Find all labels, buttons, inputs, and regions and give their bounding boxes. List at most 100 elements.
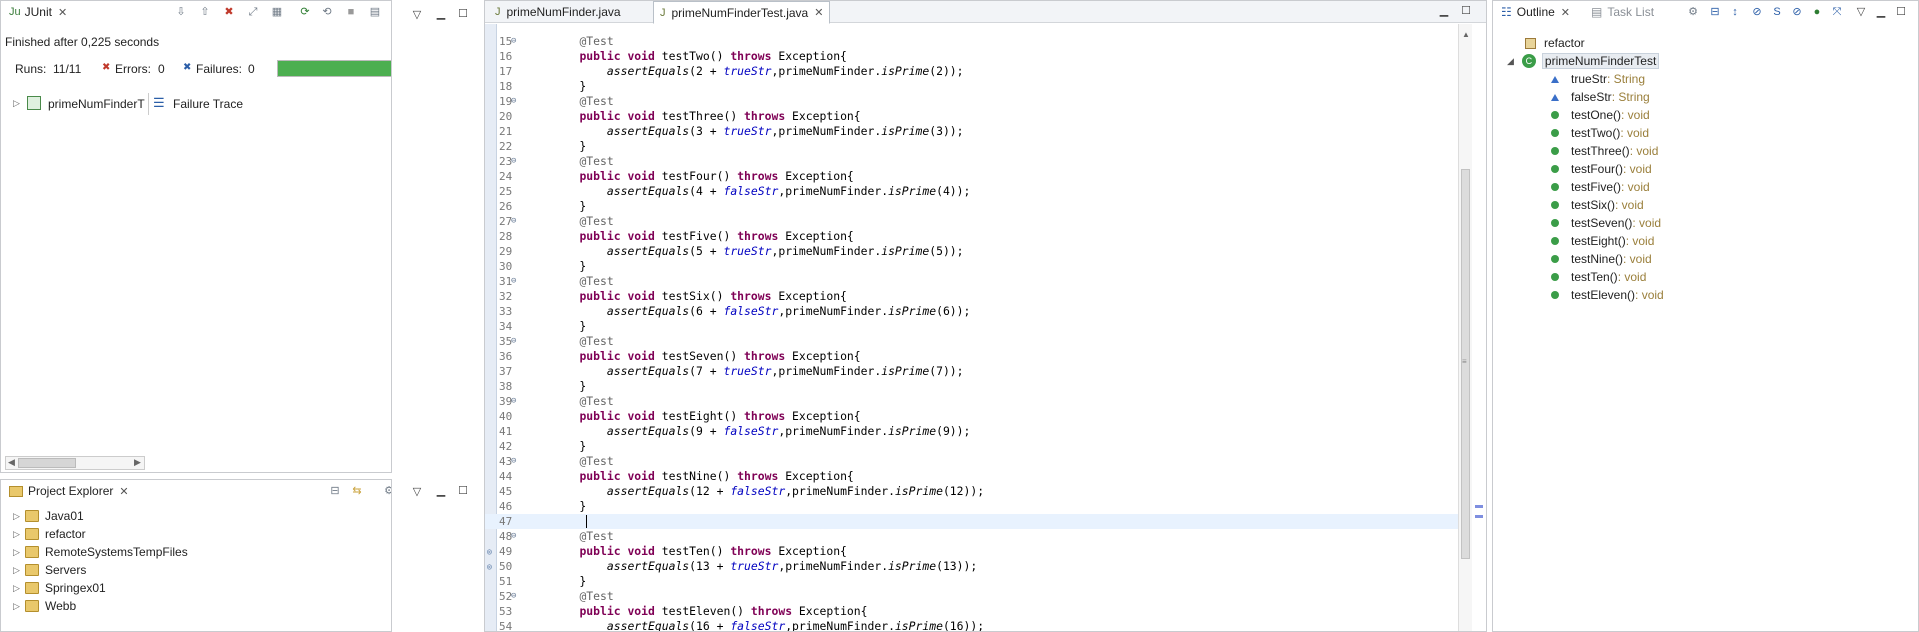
code-line[interactable]: 38 } bbox=[485, 379, 1458, 394]
outline-method[interactable]: testEleven() : void bbox=[1551, 286, 1664, 304]
code-line[interactable]: 15 ⊖ @Test bbox=[485, 34, 1458, 49]
code-line[interactable]: 16 public void testTwo() throws Exceptio… bbox=[485, 49, 1458, 64]
outline-minimize-icon[interactable]: ▁ bbox=[1873, 5, 1889, 19]
outline-method[interactable]: testOne() : void bbox=[1551, 106, 1650, 124]
code-line[interactable]: 47 bbox=[485, 514, 1458, 529]
previous-failure-icon[interactable]: ⇧ bbox=[197, 5, 213, 19]
outline-method[interactable]: testEight() : void bbox=[1551, 232, 1654, 250]
code-line[interactable]: 53 public void testEleven() throws Excep… bbox=[485, 604, 1458, 619]
fold-icon[interactable]: ⊖ bbox=[511, 589, 521, 604]
overview-ruler[interactable] bbox=[1472, 24, 1486, 631]
expand-icon[interactable]: ▷ bbox=[13, 529, 25, 540]
scroll-lock-icon[interactable]: ⤢ bbox=[245, 5, 261, 19]
explorer-maximize-icon[interactable]: ☐ bbox=[456, 484, 470, 498]
outline-method[interactable]: testNine() : void bbox=[1551, 250, 1652, 268]
code-line[interactable]: 19 ⊖ @Test bbox=[485, 94, 1458, 109]
outline-method[interactable]: testThree() : void bbox=[1551, 142, 1658, 160]
code-line[interactable]: 20 public void testThree() throws Except… bbox=[485, 109, 1458, 124]
explorer-item[interactable]: ▷ Java01 bbox=[13, 507, 84, 525]
code-line[interactable]: 51 } bbox=[485, 574, 1458, 589]
occurrence-marker[interactable] bbox=[1475, 505, 1483, 508]
code-line[interactable]: 28 public void testFive() throws Excepti… bbox=[485, 229, 1458, 244]
expand-icon[interactable]: ▷ bbox=[13, 583, 25, 594]
outline-method[interactable]: testFive() : void bbox=[1551, 178, 1650, 196]
outline-maximize-icon[interactable]: ☐ bbox=[1893, 5, 1909, 19]
tab-primeNumFinderTest-java[interactable]: J primeNumFinderTest.java ✕ bbox=[653, 1, 831, 24]
explorer-item[interactable]: ▷ Webb bbox=[13, 597, 76, 615]
rerun-test-icon[interactable]: ⟳ bbox=[297, 5, 313, 19]
code-line[interactable]: 32 public void testSix() throws Exceptio… bbox=[485, 289, 1458, 304]
hide-nonpublic-icon[interactable]: ⊘ bbox=[1789, 5, 1805, 19]
fold-icon[interactable]: ⊖ bbox=[511, 334, 521, 349]
code-line[interactable]: 26 } bbox=[485, 199, 1458, 214]
outline-class[interactable]: ◢ C primeNumFinderTest bbox=[1507, 52, 1660, 70]
code-line[interactable]: 54 assertEquals(16 + falseStr,primeNumFi… bbox=[485, 619, 1458, 631]
split-divider[interactable] bbox=[148, 93, 149, 115]
code-line[interactable]: 41 assertEquals(9 + falseStr,primeNumFin… bbox=[485, 424, 1458, 439]
explorer-minimize-icon[interactable]: ▁ bbox=[434, 484, 448, 498]
outline-field[interactable]: trueStr : String bbox=[1551, 70, 1645, 88]
code-line[interactable]: 24 public void testFour() throws Excepti… bbox=[485, 169, 1458, 184]
filter-icon[interactable]: ⚙ bbox=[381, 484, 391, 498]
code-line[interactable]: 27 ⊖ @Test bbox=[485, 214, 1458, 229]
scroll-up-icon[interactable]: ▲ bbox=[1462, 30, 1470, 39]
tab-primeNumFinder-java[interactable]: J primeNumFinder.java bbox=[489, 1, 627, 23]
code-line[interactable]: 52 ⊖ @Test bbox=[485, 589, 1458, 604]
junit-hscroll[interactable]: ◀ ▶ bbox=[5, 456, 145, 470]
junit-minimize-icon[interactable]: ▁ bbox=[434, 7, 448, 21]
rerun-failed-first-icon[interactable]: ⟲ bbox=[319, 5, 335, 19]
occurrence-marker[interactable] bbox=[1475, 515, 1483, 518]
code-line[interactable]: 37 assertEquals(7 + trueStr,primeNumFind… bbox=[485, 364, 1458, 379]
tab-junit[interactable]: Ju JUnit ✕ bbox=[3, 1, 73, 23]
expand-icon[interactable]: ▷ bbox=[13, 565, 25, 576]
show-failures-only-icon[interactable]: ✖ bbox=[221, 5, 237, 19]
expand-icon[interactable]: ▷ bbox=[13, 98, 20, 109]
expand-icon[interactable]: ▷ bbox=[13, 547, 25, 558]
code-line[interactable]: 46 } bbox=[485, 499, 1458, 514]
fold-icon[interactable]: ⊖ bbox=[511, 94, 521, 109]
code-line[interactable]: 17 assertEquals(2 + trueStr,primeNumFind… bbox=[485, 64, 1458, 79]
expand-icon[interactable]: ◢ bbox=[1507, 56, 1514, 67]
editor-vscroll[interactable]: ▲ ≡ bbox=[1458, 24, 1472, 631]
editor-minimize-icon[interactable]: ▁ bbox=[1437, 4, 1451, 18]
code-line[interactable]: 43 ⊖ @Test bbox=[485, 454, 1458, 469]
scroll-left-icon[interactable]: ◀ bbox=[8, 457, 15, 468]
scroll-thumb[interactable] bbox=[18, 458, 76, 468]
code-line[interactable]: 48 ⊖ @Test bbox=[485, 529, 1458, 544]
sort-alpha-icon[interactable]: ↕ bbox=[1727, 5, 1743, 19]
code-line[interactable]: 39 ⊖ @Test bbox=[485, 394, 1458, 409]
code-line[interactable]: 40 public void testEight() throws Except… bbox=[485, 409, 1458, 424]
code-line[interactable]: 42 } bbox=[485, 439, 1458, 454]
link-with-editor-icon[interactable]: ⤧ bbox=[1829, 5, 1845, 19]
junit-menu-icon[interactable]: ▽ bbox=[410, 8, 424, 22]
fold-icon[interactable]: ⊖ bbox=[511, 274, 521, 289]
explorer-item[interactable]: ▷ Springex01 bbox=[13, 579, 106, 597]
code-line[interactable]: 44 public void testNine() throws Excepti… bbox=[485, 469, 1458, 484]
explorer-item[interactable]: ▷ Servers bbox=[13, 561, 86, 579]
expand-icon[interactable]: ▷ bbox=[13, 511, 25, 522]
junit-maximize-icon[interactable]: ☐ bbox=[456, 7, 470, 21]
code-line[interactable]: 36 public void testSeven() throws Except… bbox=[485, 349, 1458, 364]
fold-icon[interactable]: ⊖ bbox=[511, 214, 521, 229]
code-line[interactable]: 33 assertEquals(6 + falseStr,primeNumFin… bbox=[485, 304, 1458, 319]
explorer-item[interactable]: ▷ refactor bbox=[13, 525, 86, 543]
fold-icon[interactable]: ⊖ bbox=[511, 529, 521, 544]
fold-icon[interactable]: ⊖ bbox=[511, 34, 521, 49]
layout-icon[interactable]: ▦ bbox=[269, 5, 285, 19]
code-line[interactable]: 34 } bbox=[485, 319, 1458, 334]
code-line[interactable]: 23 ⊖ @Test bbox=[485, 154, 1458, 169]
code-line[interactable]: 29 assertEquals(5 + trueStr,primeNumFind… bbox=[485, 244, 1458, 259]
outline-method[interactable]: testSeven() : void bbox=[1551, 214, 1661, 232]
code-line[interactable]: 30 } bbox=[485, 259, 1458, 274]
outline-method[interactable]: testTwo() : void bbox=[1551, 124, 1649, 142]
hide-fields-icon[interactable]: ⊘ bbox=[1749, 5, 1765, 19]
tab-task-list[interactable]: ▤ Task List bbox=[1585, 1, 1660, 23]
code-editor[interactable]: 15 ⊖ @Test 16 public void testTwo() throws… bbox=[485, 24, 1458, 631]
history-icon[interactable]: ▤ bbox=[367, 5, 383, 19]
scroll-right-icon[interactable]: ▶ bbox=[134, 457, 141, 468]
view-menu-icon[interactable]: ▽ bbox=[1853, 5, 1869, 19]
close-icon[interactable]: ✕ bbox=[119, 485, 128, 498]
code-line[interactable]: 49 ◎ public void testTen() throws Excepti… bbox=[485, 544, 1458, 559]
tab-outline[interactable]: ☷ Outline ✕ bbox=[1495, 1, 1576, 23]
fold-icon[interactable]: ⊖ bbox=[511, 154, 521, 169]
